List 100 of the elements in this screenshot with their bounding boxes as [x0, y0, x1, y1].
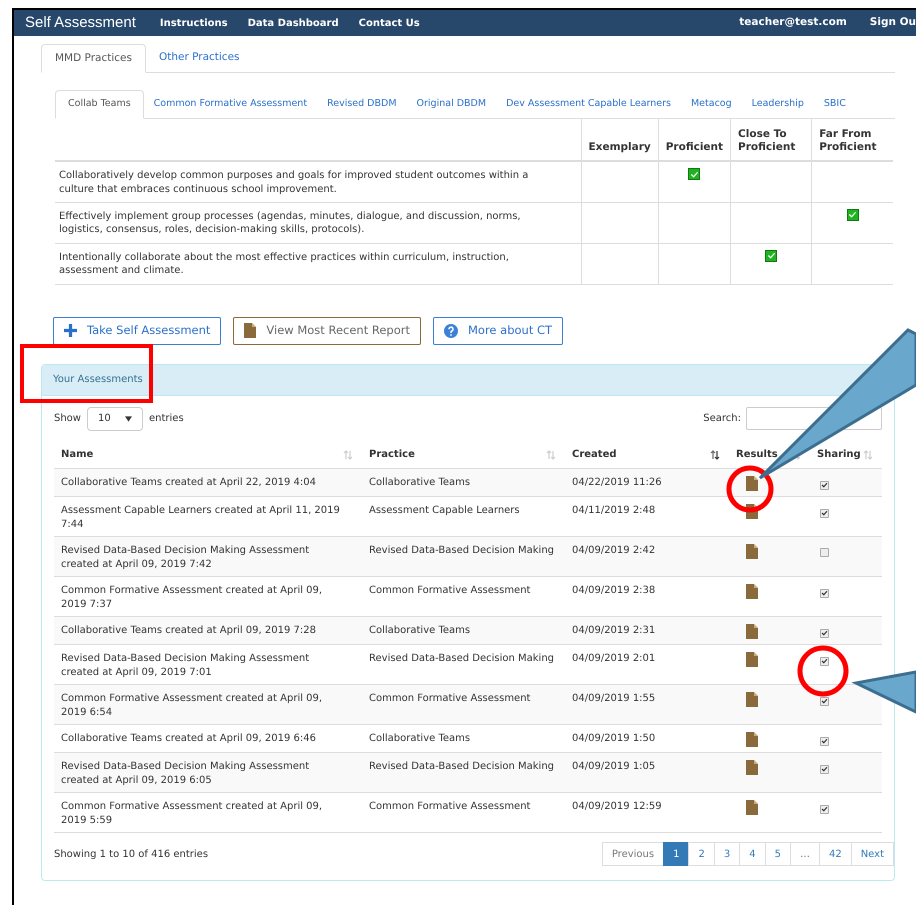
- table-cell: Common Formative Assessment created at April 09, 2019 5:59: [54, 792, 362, 832]
- column-header: Close To Proficient: [730, 119, 812, 161]
- practice-statement: Collaboratively develop common purposes and goals for improved student outcomes within a culture that embraces continuous school improvement.: [55, 161, 581, 202]
- search-label: Search:: [703, 412, 741, 426]
- document-icon: [244, 323, 256, 338]
- table-cell: 04/22/2019 11:26: [565, 468, 729, 496]
- sharing-checkbox[interactable]: [820, 696, 829, 706]
- document-icon: [746, 624, 758, 639]
- action-button[interactable]: Take Self Assessment: [53, 316, 222, 344]
- tab[interactable]: MMD Practices: [41, 44, 146, 73]
- dropdown-icon: [124, 416, 132, 422]
- page-button[interactable]: 5: [764, 842, 791, 866]
- highlight-circle: [798, 646, 848, 696]
- table-cell: Revised Data-Based Decision Making Assessment created at April 09, 2019 6:05: [54, 752, 362, 792]
- sharing-checkbox[interactable]: [820, 736, 829, 746]
- table-cell: Collaborative Teams: [362, 724, 565, 752]
- column-header[interactable]: Created: [565, 442, 729, 468]
- column-header: Far From Proficient: [812, 119, 893, 161]
- page-size-select[interactable]: 10: [86, 406, 143, 430]
- page-button[interactable]: 1: [663, 842, 690, 866]
- entries-label: entries: [148, 412, 184, 426]
- page-button[interactable]: 3: [714, 842, 740, 866]
- sharing-checkbox[interactable]: [820, 548, 829, 557]
- document-icon: [746, 476, 758, 491]
- callout-pointer: [851, 670, 916, 714]
- nav-link[interactable]: Instructions: [160, 16, 228, 30]
- sign-out-link[interactable]: Sign Ou: [870, 15, 916, 31]
- practice-statement: Intentionally collaborate about the most effective practices within curriculum, instruction, assessment and climate.: [55, 243, 581, 284]
- table-cell: Assessment Capable Learners created at April 11, 2019 7:44: [54, 496, 362, 536]
- table-cell: Collaborative Teams created at April 09, 2019 7:28: [54, 616, 362, 644]
- tab[interactable]: SBIC: [814, 90, 856, 118]
- table-cell: Collaborative Teams: [362, 468, 565, 496]
- nav-link[interactable]: Contact Us: [358, 16, 420, 30]
- nav-link[interactable]: Data Dashboard: [248, 16, 339, 30]
- document-icon: [746, 760, 758, 775]
- sharing-checkbox[interactable]: [820, 804, 829, 814]
- user-email[interactable]: teacher@test.com: [739, 15, 847, 31]
- table-cell: Common Formative Assessment: [362, 576, 565, 616]
- table-cell: 04/09/2019 1:50: [565, 724, 729, 752]
- practice-statement: Effectively implement group processes (agendas, minutes, dialogue, and discussion, norms, logistics, consensus, roles, decision-making skills, protocols).: [55, 202, 581, 243]
- page-button[interactable]: Next: [850, 842, 894, 866]
- column-header: Exemplary: [581, 119, 658, 161]
- column-header[interactable]: Practice: [362, 442, 565, 468]
- tab[interactable]: Other Practices: [146, 44, 253, 72]
- column-header[interactable]: Sharing: [810, 442, 882, 468]
- table-cell: Common Formative Assessment: [362, 684, 565, 724]
- page-button[interactable]: 2: [688, 842, 715, 866]
- tab[interactable]: Revised DBDM: [317, 90, 407, 118]
- table-cell: Assessment Capable Learners: [362, 496, 565, 536]
- document-icon: [746, 652, 758, 667]
- table-cell: 04/09/2019 1:55: [565, 684, 729, 724]
- tab[interactable]: Common Formative Assessment: [144, 90, 318, 118]
- sort-icon[interactable]: [710, 450, 720, 460]
- highlight-circle: [726, 466, 774, 512]
- help-icon: [444, 324, 458, 338]
- document-icon: [746, 732, 758, 747]
- tab[interactable]: Collab Teams: [55, 90, 144, 119]
- table-cell: Common Formative Assessment created at April 09, 2019 6:54: [54, 684, 362, 724]
- action-button[interactable]: More about CT: [433, 316, 564, 344]
- brand-title[interactable]: Self Assessment: [25, 12, 136, 34]
- action-button[interactable]: View Most Recent Report: [233, 316, 421, 344]
- sharing-checkbox[interactable]: [820, 628, 829, 638]
- show-label: Show: [54, 412, 81, 426]
- document-icon: [746, 800, 758, 815]
- entries-info: Showing 1 to 10 of 416 entries: [54, 848, 208, 862]
- table-cell: 04/11/2019 2:48: [565, 496, 729, 536]
- table-cell: 04/09/2019 2:42: [565, 536, 729, 576]
- page-button[interactable]: 42: [818, 842, 852, 866]
- table-cell: Revised Data-Based Decision Making: [362, 536, 565, 576]
- table-cell: Revised Data-Based Decision Making Assessment created at April 09, 2019 7:01: [54, 644, 362, 684]
- tab[interactable]: Dev Assessment Capable Learners: [496, 90, 681, 118]
- table-cell: Collaborative Teams created at April 09, 2019 6:46: [54, 724, 362, 752]
- table-cell: Common Formative Assessment: [362, 792, 565, 832]
- table-cell: Collaborative Teams: [362, 616, 565, 644]
- document-icon: [746, 544, 758, 559]
- document-icon: [746, 584, 758, 599]
- sharing-checkbox[interactable]: [820, 588, 829, 598]
- table-cell: Revised Data-Based Decision Making Assessment created at April 09, 2019 7:42: [54, 536, 362, 576]
- table-cell: 04/09/2019 2:38: [565, 576, 729, 616]
- table-cell: 04/09/2019 12:59: [565, 792, 729, 832]
- document-icon: [746, 692, 758, 707]
- sharing-checkbox[interactable]: [820, 656, 829, 666]
- table-cell: Collaborative Teams created at April 22, 2019 4:04: [54, 468, 362, 496]
- sharing-checkbox[interactable]: [820, 508, 829, 518]
- table-cell: 04/09/2019 2:31: [565, 616, 729, 644]
- sharing-checkbox[interactable]: [820, 764, 829, 774]
- sharing-checkbox[interactable]: [820, 480, 829, 490]
- column-header[interactable]: Name: [54, 442, 362, 468]
- page-button[interactable]: 4: [739, 842, 766, 866]
- table-cell: Revised Data-Based Decision Making: [362, 644, 565, 684]
- table-cell: Common Formative Assessment created at April 09, 2019 7:37: [54, 576, 362, 616]
- tab[interactable]: Metacog: [680, 90, 742, 118]
- tab[interactable]: Original DBDM: [406, 90, 496, 118]
- plus-icon: [64, 324, 77, 337]
- tab[interactable]: Leadership: [742, 90, 814, 118]
- table-cell: 04/09/2019 1:05: [565, 752, 729, 792]
- table-cell: 04/09/2019 2:01: [565, 644, 729, 684]
- column-header: Proficient: [658, 119, 731, 161]
- panel-title: Your Assessments: [53, 373, 143, 387]
- table-cell: Revised Data-Based Decision Making: [362, 752, 565, 792]
